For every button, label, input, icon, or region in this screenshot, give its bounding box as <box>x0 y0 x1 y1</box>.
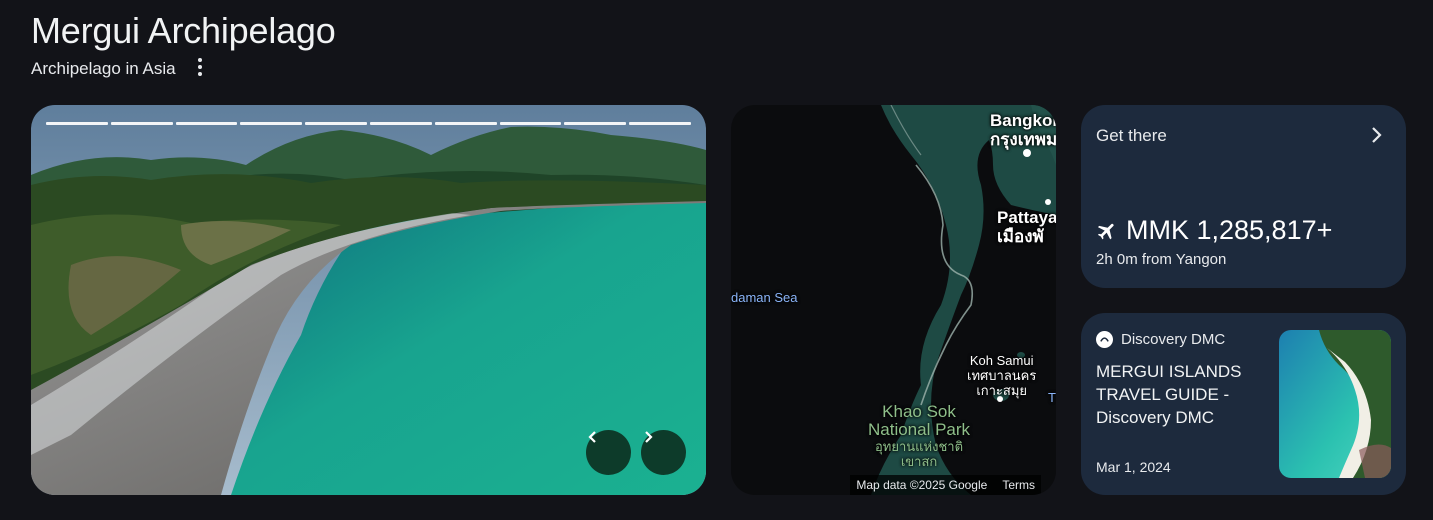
flight-detail: 2h 0m from Yangon <box>1096 251 1227 268</box>
slide-progress <box>46 122 691 125</box>
chevron-right-icon <box>645 431 653 443</box>
slide-indicator <box>46 122 108 125</box>
map-label-edge: T <box>1048 390 1056 405</box>
page-title: Mergui Archipelago <box>31 10 336 51</box>
article-date: Mar 1, 2024 <box>1096 459 1171 475</box>
slide-indicator <box>240 122 303 125</box>
more-options-icon[interactable] <box>190 57 210 77</box>
page-subtitle: Archipelago in Asia <box>31 59 176 78</box>
article-source: Discovery DMC <box>1096 331 1225 348</box>
article-thumbnail[interactable] <box>1279 330 1391 478</box>
article-card[interactable]: Discovery DMC MERGUI ISLANDS TRAVEL GUID… <box>1081 313 1406 495</box>
map[interactable]: Bangkok กรุงเทพมหา Pattaya เมืองพั daman… <box>731 105 1056 495</box>
map-data-text: Map data ©2025 Google <box>856 478 988 492</box>
slide-indicator <box>629 122 691 125</box>
map-attribution: Map data ©2025 Google Terms <box>850 475 1041 495</box>
photo-carousel[interactable] <box>31 105 706 495</box>
map-terms-link[interactable]: Terms <box>1002 478 1035 492</box>
map-label-andaman-sea: daman Sea <box>731 290 798 305</box>
source-logo-icon <box>1096 331 1113 348</box>
airplane-icon <box>1097 223 1114 239</box>
map-label-bangkok[interactable]: Bangkok กรุงเทพมหา <box>990 111 1056 149</box>
slide-indicator <box>499 122 562 125</box>
slide-indicator <box>305 122 367 125</box>
map-label-khao-sok[interactable]: Khao Sok National Park อุทยานแห่งชาติ เข… <box>868 403 970 470</box>
chevron-right-icon <box>1372 127 1382 143</box>
get-there-title: Get there <box>1096 126 1167 145</box>
map-label-koh-samui[interactable]: Koh Samui เทศบาลนคร เกาะสมุย <box>967 353 1036 398</box>
next-photo-button[interactable] <box>641 430 686 475</box>
chevron-left-icon <box>588 431 596 443</box>
get-there-card[interactable]: Get there MMK 1,285,817+ 2h 0m from Yang… <box>1081 105 1406 288</box>
article-headline[interactable]: MERGUI ISLANDS TRAVEL GUIDE - Discovery … <box>1096 360 1266 429</box>
previous-photo-button[interactable] <box>586 430 631 475</box>
slide-indicator <box>175 122 238 125</box>
slide-indicator <box>434 122 497 125</box>
slide-indicator <box>110 122 173 125</box>
slide-indicator <box>369 122 432 125</box>
map-label-pattaya[interactable]: Pattaya เมืองพั <box>997 208 1056 246</box>
slide-indicator <box>564 122 627 125</box>
flight-price: MMK 1,285,817+ <box>1096 215 1332 246</box>
